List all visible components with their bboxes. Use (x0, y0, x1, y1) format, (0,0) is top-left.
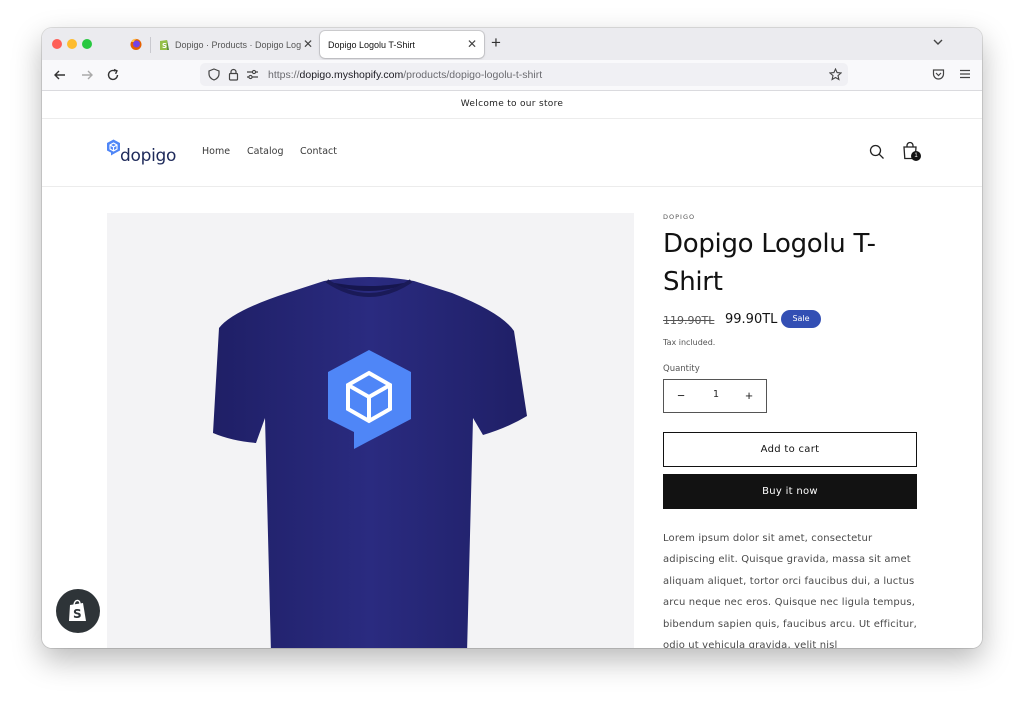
zoom-window-button[interactable] (82, 39, 92, 49)
browser-window: S Dopigo · Products · Dopigo Logolu T-Sh… (42, 28, 982, 648)
logo-text: dopigo (120, 146, 177, 166)
tab-products[interactable]: S Dopigo · Products · Dopigo Logolu T-Sh… (150, 31, 320, 58)
dopigo-cube-logo-icon (107, 139, 120, 156)
product-image[interactable] (107, 213, 634, 648)
tab-title: Dopigo · Products · Dopigo Logolu T-Shir… (175, 40, 301, 50)
product-title: Dopigo Logolu T-Shirt (663, 229, 876, 297)
svg-text:S: S (162, 42, 167, 50)
product-vendor: DOPIGO (663, 213, 696, 221)
reload-icon[interactable] (106, 68, 120, 82)
regular-price: 119.90TL (663, 314, 715, 327)
close-window-button[interactable] (52, 39, 62, 49)
nav-link-home[interactable]: Home (202, 146, 230, 157)
tshirt-image (213, 277, 527, 648)
navigation-toolbar: https://dopigo.myshopify.com/products/do… (42, 60, 982, 91)
product-description: Lorem ipsum dolor sit amet, consectetur … (663, 533, 917, 648)
cart-count-badge: 1 (911, 151, 921, 161)
quantity-stepper: − 1 + (663, 379, 767, 413)
tab-bar: S Dopigo · Products · Dopigo Logolu T-Sh… (42, 28, 982, 60)
pocket-icon[interactable] (932, 68, 945, 81)
shopify-bag-icon[interactable]: S (56, 589, 100, 633)
add-to-cart-button[interactable]: Add to cart (663, 432, 917, 467)
address-bar[interactable]: https://dopigo.myshopify.com/products/do… (200, 63, 848, 86)
increase-quantity-button[interactable]: + (739, 388, 759, 404)
search-icon[interactable] (869, 144, 885, 160)
sale-price: 99.90TL (725, 312, 778, 327)
minimize-window-button[interactable] (67, 39, 77, 49)
tracking-shield-icon[interactable] (208, 68, 220, 81)
app-menu-hamburger-icon[interactable] (959, 68, 971, 80)
decrease-quantity-button[interactable]: − (671, 388, 691, 404)
nav-link-catalog[interactable]: Catalog (247, 146, 283, 157)
store-header: dopigo Home Catalog Contact (42, 119, 982, 187)
quantity-label: Quantity (663, 364, 700, 374)
close-tab-icon[interactable]: ✕ (467, 37, 477, 51)
nav-link-contact[interactable]: Contact (300, 146, 337, 157)
tax-note: Tax included. (663, 338, 716, 347)
permissions-icon[interactable] (246, 69, 259, 80)
shopify-favicon-icon: S (160, 40, 169, 50)
announcement-bar: Welcome to our store (42, 91, 982, 119)
bookmark-star-icon[interactable] (829, 68, 842, 81)
svg-text:S: S (73, 607, 82, 621)
tab-list-chevron-down-icon[interactable] (932, 37, 944, 47)
firefox-view-icon[interactable] (129, 37, 143, 51)
store-page: Welcome to our store dopigo Home Catalog… (42, 91, 982, 648)
buy-it-now-button[interactable]: Buy it now (663, 474, 917, 509)
tab-title: Dopigo Logolu T-Shirt (328, 40, 415, 50)
tab-product-page[interactable]: Dopigo Logolu T-Shirt ✕ (320, 31, 484, 58)
new-tab-plus-icon[interactable]: + (491, 34, 501, 52)
forward-arrow-icon[interactable] (80, 68, 94, 82)
sale-badge: Sale (781, 310, 821, 328)
quantity-input[interactable]: 1 (696, 389, 736, 400)
lock-icon[interactable] (228, 68, 239, 81)
url-text: https://dopigo.myshopify.com/products/do… (268, 69, 543, 81)
back-arrow-icon[interactable] (53, 68, 67, 82)
close-tab-icon[interactable]: ✕ (303, 37, 313, 51)
